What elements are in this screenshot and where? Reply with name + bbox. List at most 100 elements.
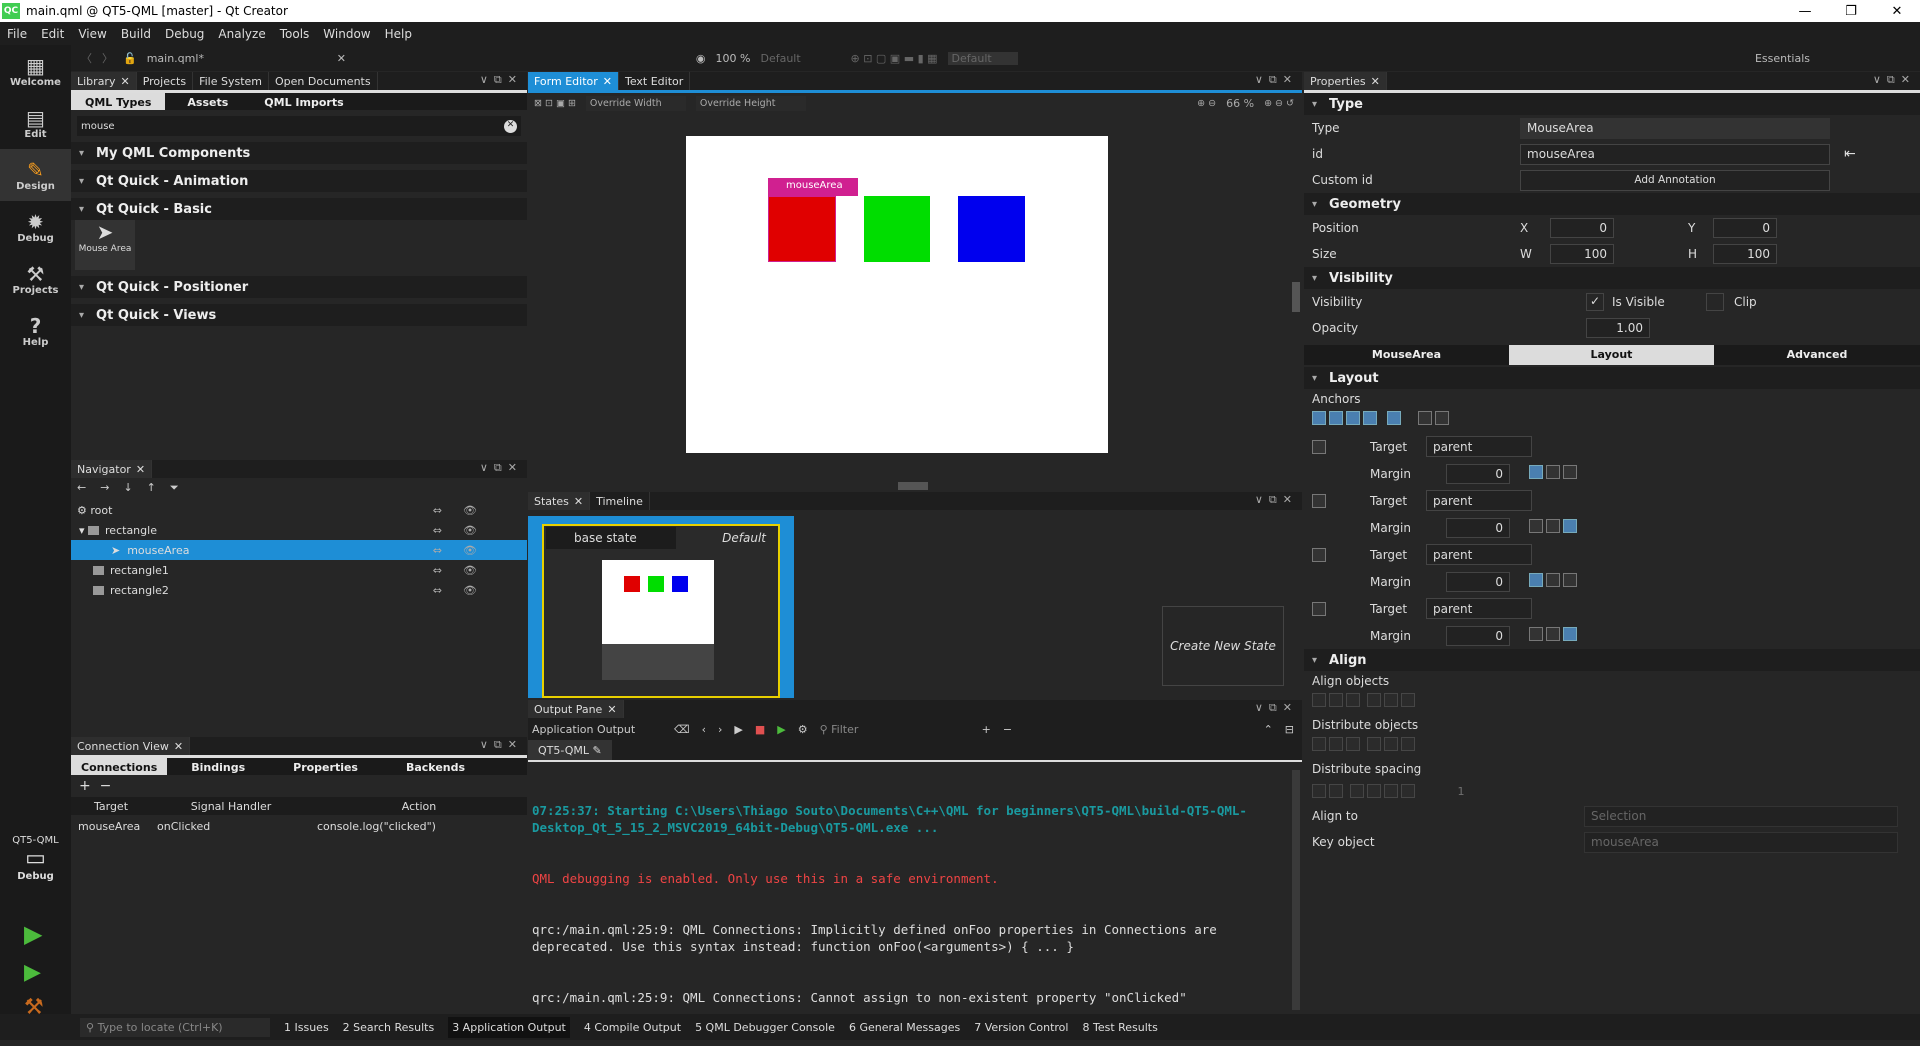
run-icon[interactable]: ▶ <box>734 723 742 736</box>
pane-version-control[interactable]: 7 Version Control <box>974 1021 1068 1034</box>
horizontal-scrollbar[interactable] <box>898 482 928 490</box>
override-width[interactable]: Override Width <box>585 95 686 111</box>
export-icon[interactable]: ⇤ <box>1844 146 1856 162</box>
theme-selector[interactable]: Default <box>947 51 1018 65</box>
selection-label[interactable]: mouseArea <box>768 178 858 196</box>
panel-controls[interactable]: ∨⧉✕ <box>480 73 523 87</box>
state-name[interactable]: base state <box>546 527 676 549</box>
height-spinbox[interactable]: 100 <box>1713 244 1777 264</box>
table-row[interactable]: mouseArea onClicked console.log("clicked") <box>71 815 527 837</box>
y-spinbox[interactable]: 0 <box>1713 218 1777 238</box>
zoom-icons[interactable]: ⊕ ⊖ <box>1197 98 1216 109</box>
tool-icons[interactable]: ⊕ ⊡ ▢ ▣ ▬ ▮ ▦ <box>850 52 937 65</box>
section-basic[interactable]: Qt Quick - Basic <box>71 198 527 220</box>
tab-library[interactable]: Library ✕ <box>71 72 137 90</box>
rectangle-green[interactable] <box>864 196 930 262</box>
live-preview-icon[interactable]: ◉ <box>696 52 706 65</box>
menu-build[interactable]: Build <box>114 27 158 41</box>
tab-connection-view[interactable]: Connection View ✕ <box>71 737 191 755</box>
section-layout[interactable]: Layout <box>1304 367 1920 389</box>
snap-icons[interactable]: ⊠ ⊡ ▣ ⊞ <box>534 98 576 109</box>
zoom-selector[interactable]: 100 % <box>716 52 751 65</box>
mode-design[interactable]: ✎ Design <box>0 149 71 201</box>
next-icon[interactable]: › <box>718 723 722 736</box>
distribute-buttons[interactable] <box>1304 735 1920 759</box>
target-select[interactable]: parent <box>1426 436 1532 457</box>
base-state-card[interactable]: base state Default <box>528 516 794 698</box>
pane-application-output[interactable]: 3 Application Output <box>448 1016 570 1038</box>
tab-projects[interactable]: Projects <box>137 72 194 90</box>
tab-properties[interactable]: Properties <box>269 758 382 775</box>
section-geometry[interactable]: Geometry <box>1304 193 1920 215</box>
tree-item-rectangle[interactable]: ▾ rectangle ⇔ 👁 <box>71 520 527 540</box>
tab-layout[interactable]: Layout <box>1509 345 1714 365</box>
file-selector[interactable]: main.qml* <box>147 52 327 65</box>
spacing-buttons[interactable]: 1 <box>1304 779 1920 803</box>
section-animation[interactable]: Qt Quick - Animation <box>71 170 527 192</box>
tab-connections[interactable]: Connections <box>71 758 168 775</box>
style-selector[interactable]: Default <box>760 52 840 65</box>
arrow-right-icon[interactable]: → <box>100 481 109 497</box>
margin-spinbox[interactable]: 0 <box>1446 571 1510 592</box>
filter-icon[interactable]: ⏷ <box>170 481 179 497</box>
tab-assets[interactable]: Assets <box>165 93 250 110</box>
tab-qml-types[interactable]: QML Types <box>71 93 166 110</box>
menu-edit[interactable]: Edit <box>34 27 71 41</box>
arrow-left-icon[interactable]: ← <box>77 481 86 497</box>
tree-item-mousearea[interactable]: ➤ mouseArea ⇔ 👁 <box>71 540 527 560</box>
tab-navigator[interactable]: Navigator ✕ <box>71 460 153 478</box>
workspace-selector[interactable]: Essentials <box>1755 52 1810 65</box>
tab-form-editor[interactable]: Form Editor ✕ <box>528 72 619 90</box>
editor-zoom[interactable]: 66 % <box>1226 97 1254 110</box>
menu-tools[interactable]: Tools <box>273 27 317 41</box>
tree-item-rectangle2[interactable]: rectangle2 ⇔ 👁 <box>71 580 527 600</box>
vertical-scrollbar[interactable] <box>1292 282 1300 312</box>
locate-input[interactable]: ⚲ Type to locate (Ctrl+K) <box>80 1017 270 1037</box>
prev-icon[interactable]: ‹ <box>702 723 706 736</box>
tab-advanced[interactable]: Advanced <box>1714 345 1920 365</box>
mode-welcome[interactable]: ▦ Welcome <box>0 45 71 97</box>
arrow-up-icon[interactable]: ↑ <box>147 481 156 497</box>
menu-file[interactable]: File <box>0 27 34 41</box>
settings-icon[interactable]: ⚙ <box>798 723 808 736</box>
add-icon[interactable]: + <box>79 778 91 794</box>
tab-qml-imports[interactable]: QML Imports <box>250 93 357 110</box>
tab-run-qt5-qml[interactable]: QT5-QML ✎ <box>528 740 612 760</box>
pane-qml-debugger-console[interactable]: 5 QML Debugger Console <box>695 1021 835 1034</box>
id-field[interactable]: mouseArea <box>1520 143 1830 165</box>
filter-input[interactable]: ⚲ Filter <box>820 723 970 736</box>
pane-general-messages[interactable]: 6 General Messages <box>849 1021 960 1034</box>
collapse-icon[interactable]: ⌃ <box>1264 723 1273 736</box>
clear-icon[interactable]: ✕ <box>504 119 517 133</box>
menu-analyze[interactable]: Analyze <box>211 27 272 41</box>
pane-test-results[interactable]: 8 Test Results <box>1082 1021 1157 1034</box>
tab-output-pane[interactable]: Output Pane ✕ <box>528 700 624 718</box>
target-select[interactable]: parent <box>1426 544 1532 565</box>
section-visibility[interactable]: Visibility <box>1304 267 1920 289</box>
debug-run-button[interactable]: ▶ <box>24 960 41 985</box>
section-views[interactable]: Qt Quick - Views <box>71 304 527 326</box>
rectangle-red[interactable] <box>768 196 836 262</box>
output-scrollbar[interactable] <box>1292 770 1300 1010</box>
menu-window[interactable]: Window <box>316 27 377 41</box>
clean-icon[interactable]: ⌫ <box>674 723 690 736</box>
section-type[interactable]: Type <box>1304 93 1920 115</box>
close-file-icon[interactable]: ✕ <box>337 52 346 65</box>
align-to-select[interactable]: Selection <box>1584 805 1898 827</box>
mode-debug[interactable]: ✹ Debug <box>0 201 71 253</box>
tab-backends[interactable]: Backends <box>382 758 489 775</box>
mouse-area-item[interactable]: ➤ Mouse Area <box>75 220 135 270</box>
pane-issues[interactable]: 1 Issues <box>284 1021 329 1034</box>
tab-mousearea[interactable]: MouseArea <box>1304 345 1509 365</box>
section-align[interactable]: Align <box>1304 649 1920 671</box>
section-positioner[interactable]: Qt Quick - Positioner <box>71 276 527 298</box>
mode-help[interactable]: ? Help <box>0 305 71 357</box>
target-select[interactable]: parent <box>1426 490 1532 511</box>
is-visible-checkbox[interactable]: ✓ <box>1586 293 1604 311</box>
run-button[interactable]: ▶ <box>24 920 42 948</box>
override-height[interactable]: Override Height <box>695 95 806 111</box>
tab-timeline[interactable]: Timeline <box>590 492 650 510</box>
target-select[interactable]: parent <box>1426 598 1532 619</box>
zoom-out-icon[interactable]: − <box>1003 723 1012 736</box>
margin-spinbox[interactable]: 0 <box>1446 517 1510 538</box>
